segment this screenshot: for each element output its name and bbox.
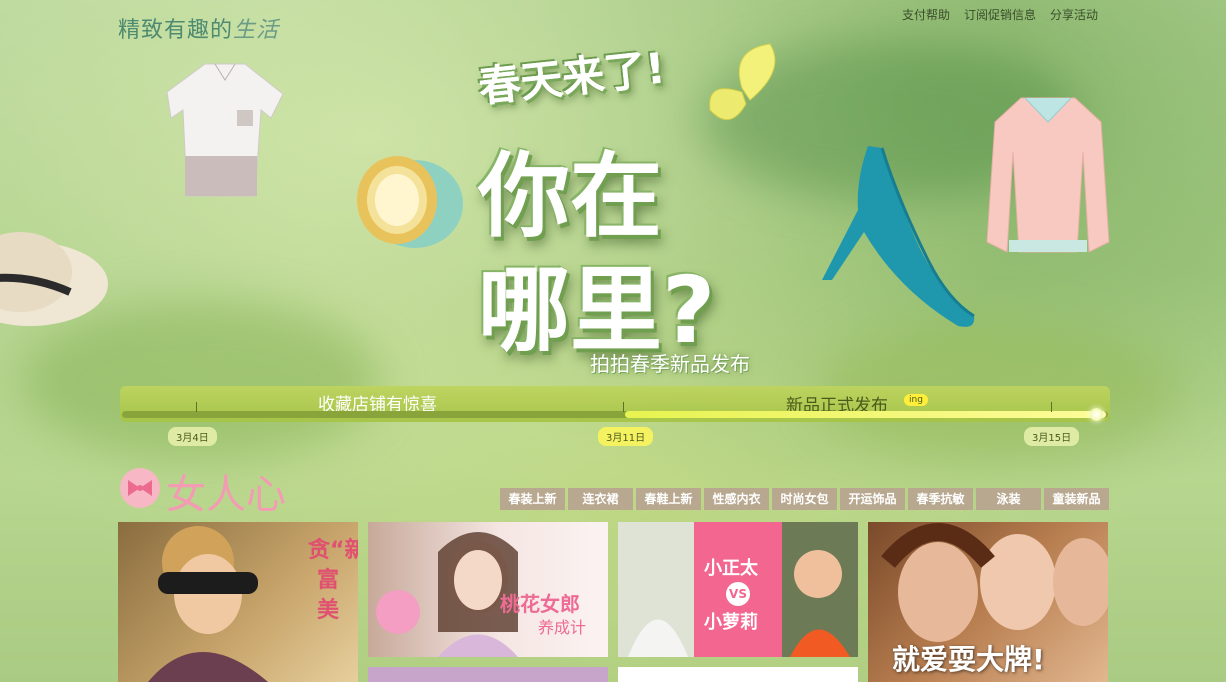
shoe-icon <box>822 146 975 327</box>
promo-card-big-brands[interactable]: 就爱耍大牌! <box>868 522 1108 682</box>
nav-link-subscribe[interactable]: 订阅促销信息 <box>964 6 1036 23</box>
event-timeline: 收藏店铺有惊喜 新品正式发布 ing <box>120 386 1110 422</box>
shirt-icon <box>166 63 284 197</box>
headline-line1: 春天来了! <box>476 43 668 112</box>
category-tab[interactable]: 童装新品 <box>1044 488 1109 510</box>
logo-accent: 生活 <box>233 18 280 43</box>
promo-card-boy-vs-girl[interactable]: 小正太 VS 小萝莉 <box>618 522 858 657</box>
timeline-progress-fill <box>625 411 1106 418</box>
category-tab[interactable]: 开运饰品 <box>840 488 905 510</box>
promo-card-strip <box>618 667 858 682</box>
logo-text: 精致有趣的 <box>118 18 234 43</box>
butterfly-icon <box>709 43 776 120</box>
top-nav: 支付帮助 订阅促销信息 分享活动 <box>902 6 1098 23</box>
card3-top-text: 小正太 <box>704 558 758 579</box>
jar-icon <box>357 156 463 248</box>
promo-card-white-rich-beauty[interactable]: 贪“新”白富美 <box>118 522 358 682</box>
blouse-icon <box>986 97 1110 253</box>
ing-badge: ing <box>904 394 928 406</box>
timeline-current-dot <box>1090 408 1103 421</box>
category-tab[interactable]: 连衣裙 <box>568 488 633 510</box>
card2-subtitle: 养成计 <box>538 618 587 637</box>
site-logo[interactable]: 精致有趣的生活 <box>118 12 279 44</box>
timeline-date: 3月15日 <box>1024 427 1080 446</box>
card4-text: 就爱耍大牌! <box>892 643 1045 676</box>
bow-icon <box>120 468 160 508</box>
nav-link-payment-help[interactable]: 支付帮助 <box>902 6 950 23</box>
promo-card-strip <box>368 667 608 682</box>
timeline-tick <box>623 402 624 412</box>
banner-subtitle: 拍拍春季新品发布 <box>590 352 750 376</box>
category-tab[interactable]: 春季抗敏 <box>908 488 973 510</box>
category-tab[interactable]: 春装上新 <box>500 488 565 510</box>
timeline-date-active: 3月11日 <box>598 427 654 446</box>
timeline-date: 3月4日 <box>168 427 217 446</box>
category-tab[interactable]: 春鞋上新 <box>636 488 701 510</box>
timeline-tick <box>1051 402 1052 412</box>
card2-title: 桃花女郎 <box>500 592 580 616</box>
timeline-tick <box>196 402 197 412</box>
category-tab[interactable]: 泳装 <box>976 488 1041 510</box>
nav-link-share[interactable]: 分享活动 <box>1050 6 1098 23</box>
section-title: 女人心 <box>166 472 286 518</box>
hat-icon <box>0 232 108 326</box>
category-tab[interactable]: 性感内衣 <box>704 488 769 510</box>
card3-bottom-text: 小萝莉 <box>704 612 758 633</box>
category-tab[interactable]: 时尚女包 <box>772 488 837 510</box>
category-tabs: 春装上新 连衣裙 春鞋上新 性感内衣 时尚女包 开运饰品 春季抗敏 泳装 童装新… <box>500 488 1109 510</box>
vs-badge: VS <box>726 582 750 606</box>
card1-text: 贪“新”白富美 <box>308 538 358 623</box>
promo-card-peach-blossom[interactable]: 桃花女郎 养成计 <box>368 522 608 657</box>
